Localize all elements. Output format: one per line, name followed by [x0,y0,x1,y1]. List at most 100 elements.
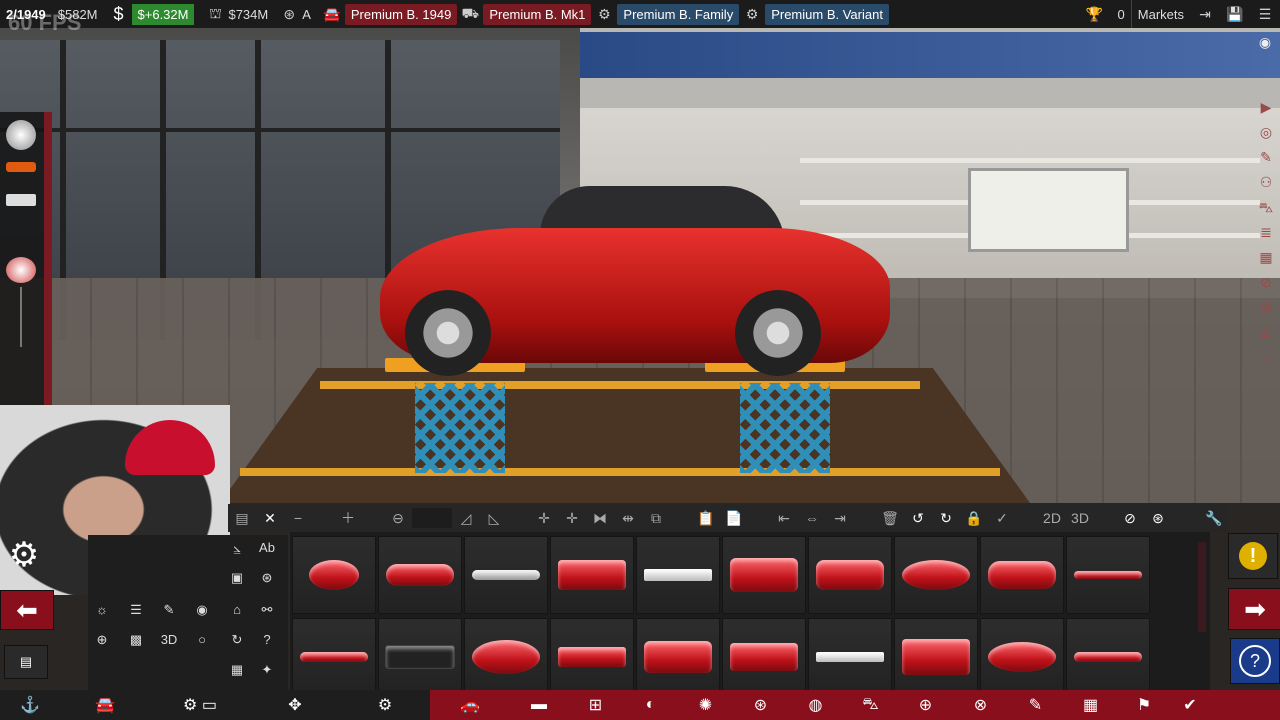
nav-engine-tune[interactable]: ⚙ [340,690,430,720]
part-item[interactable] [464,536,548,614]
nav-tires[interactable]: ◍ [788,690,843,720]
view-3d-button[interactable]: 3D [1066,510,1094,526]
circle-icon[interactable]: ○ [1252,345,1280,370]
previous-button[interactable]: ⬅ [0,590,54,630]
income-display[interactable]: $ $+6.32M [104,0,201,28]
text-toggle[interactable]: Ab [253,535,281,561]
play-icon[interactable]: ▶ [1252,95,1280,120]
tab-model-premium-1949[interactable]: Premium B. 1949 [344,3,458,25]
pen-icon[interactable]: ✎ [155,597,183,623]
calculator-icon[interactable]: ▦ [223,657,251,683]
undo-icon[interactable]: ↺ [904,510,932,527]
part-item[interactable] [636,536,720,614]
light-icon[interactable]: ☼ [88,597,116,623]
color-picker-icon[interactable]: ▣ [223,565,251,591]
part-item[interactable] [292,536,376,614]
brush-icon[interactable]: ✎ [1252,145,1280,170]
person-icon[interactable]: ♙ [1252,320,1280,345]
trophy-display[interactable]: 🏆 0 [1080,0,1131,28]
part-item[interactable] [378,536,462,614]
value-field[interactable] [412,508,452,528]
stack-icon[interactable]: ☰ [122,597,150,623]
nav-brakes[interactable]: ⊗ [953,690,1008,720]
part-item[interactable] [550,618,634,696]
nav-fixtures[interactable]: 🚗 [430,690,510,720]
markets-button[interactable]: Markets [1130,0,1190,28]
car-side-icon[interactable]: ⛍ [1252,195,1280,220]
skew-icon[interactable]: ◺ [480,510,508,527]
move-icon[interactable]: ✛ [530,510,558,527]
refresh-icon[interactable]: ↻ [223,627,251,653]
export-button[interactable]: ⇥ [1190,0,1220,28]
wrench-icon[interactable]: 🔧 [1200,510,1228,527]
menu-button[interactable]: ☰ [1250,0,1280,28]
check-icon[interactable]: ✓ [988,510,1016,527]
view-2d-button[interactable]: 2D [1038,510,1066,526]
save-button[interactable]: 💾 [1220,0,1250,28]
texture-swatch[interactable] [6,194,36,206]
lock-icon[interactable]: 🔒 [960,510,988,527]
nav-drivetrain[interactable]: ⊞ [568,690,623,720]
align-center-icon[interactable]: ⇔ [798,510,826,526]
plus-icon[interactable]: ＋ [334,508,362,528]
nav-chassis[interactable]: ⚓ [0,690,60,720]
tab-model-premium-family[interactable]: Premium B. Family [617,3,740,25]
move-all-icon[interactable]: ✛ [558,510,586,527]
part-item[interactable] [1066,618,1150,696]
part-item[interactable] [722,536,806,614]
no-entry-icon[interactable]: ⊘ [1252,270,1280,295]
ruler-icon[interactable]: ⦥ [223,535,251,561]
help-button[interactable]: ? [1230,638,1280,684]
no-symbol-icon[interactable]: ⊘ [1116,510,1144,527]
part-item[interactable] [808,536,892,614]
slider-track[interactable] [20,287,22,347]
circle-icon[interactable]: ○ [188,627,216,653]
nav-engine-parts[interactable]: ✥ [250,690,340,720]
part-item[interactable] [894,618,978,696]
nav-finish[interactable]: ✔ [1170,690,1210,720]
eye-icon[interactable]: ◉ [188,597,216,623]
nav-paint[interactable]: ✎ [1008,690,1063,720]
xp-button[interactable]: ▤ [4,645,48,679]
nav-interior[interactable]: ▬ [510,690,568,720]
camera-button[interactable]: ◉ [1254,34,1276,56]
settings-button[interactable]: ⚙ [4,535,44,575]
calculator-icon[interactable]: ▤ [228,510,256,527]
link-icon[interactable]: ⚯ [253,597,281,623]
lock-axis-icon[interactable]: ⊕ [88,627,116,653]
next-button[interactable]: ➡ [1228,588,1280,630]
seat-icon[interactable]: ⌂ [223,597,251,623]
part-item[interactable] [980,536,1064,614]
tab-model-premium-mk1[interactable]: Premium B. Mk1 [483,3,592,25]
part-item[interactable] [464,618,548,696]
align-left-icon[interactable]: ⇤ [770,510,798,527]
wheel-icon[interactable]: ⊛ [253,565,281,591]
layers-icon[interactable]: ≣ [1252,220,1280,245]
target-icon[interactable]: ◎ [1252,120,1280,145]
part-item[interactable] [722,618,806,696]
nav-grille[interactable]: ✺ [678,690,733,720]
mirror-icon[interactable]: ⧓ [586,510,614,527]
align-right-icon[interactable]: ⇥ [826,510,854,527]
nav-aero[interactable]: ⛍ [843,690,898,720]
angle-icon[interactable]: ◿ [452,510,480,527]
part-item[interactable] [550,536,634,614]
wheel-icon[interactable]: ⊛ [1144,510,1172,527]
nav-steering[interactable]: ⊕ [898,690,953,720]
redo-icon[interactable]: ↻ [932,510,960,527]
color-swatch[interactable] [6,162,36,172]
help-icon[interactable]: ? [253,627,281,653]
clipboard-icon[interactable]: 📋 [692,510,720,527]
part-item[interactable] [636,618,720,696]
nav-testing[interactable]: ⚑ [1118,690,1170,720]
gear-icon[interactable]: ⚙ [1252,295,1280,320]
part-item[interactable] [292,618,376,696]
minus-circle-icon[interactable]: ⊖ [384,510,412,527]
part-item[interactable] [894,536,978,614]
paste-icon[interactable]: 📄 [720,510,748,527]
view-3d-toggle[interactable]: 3D [155,627,183,653]
link-icon[interactable]: ⚇ [1252,170,1280,195]
delete-icon[interactable]: 🗑 [876,510,904,527]
material-icon[interactable]: ▩ [122,627,150,653]
close-icon[interactable]: ✕ [256,510,284,527]
